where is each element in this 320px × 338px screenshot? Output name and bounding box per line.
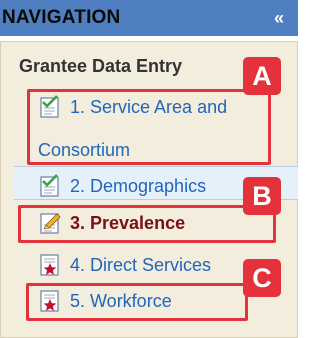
star-document-icon	[38, 253, 62, 277]
navigation-header: NAVIGATION «	[0, 0, 298, 36]
checked-document-icon	[38, 174, 62, 198]
nav-item-label: 4. Direct Services	[70, 255, 212, 275]
section-title: Grantee Data Entry	[19, 56, 183, 76]
navigation-title: NAVIGATION	[2, 7, 121, 28]
annotation-badge-c: C	[243, 259, 281, 297]
collapse-panel-icon[interactable]: «	[266, 5, 292, 31]
highlight-box-b	[18, 205, 276, 243]
nav-item-label: 2. Demographics	[70, 176, 207, 196]
highlight-box-a	[27, 89, 271, 165]
annotation-badge-b: B	[243, 177, 281, 215]
nav-item-direct-services[interactable]: 4. Direct Services	[38, 251, 211, 280]
annotation-badge-a: A	[243, 57, 281, 95]
nav-item-demographics[interactable]: 2. Demographics	[38, 172, 206, 201]
highlight-box-c	[26, 283, 248, 321]
